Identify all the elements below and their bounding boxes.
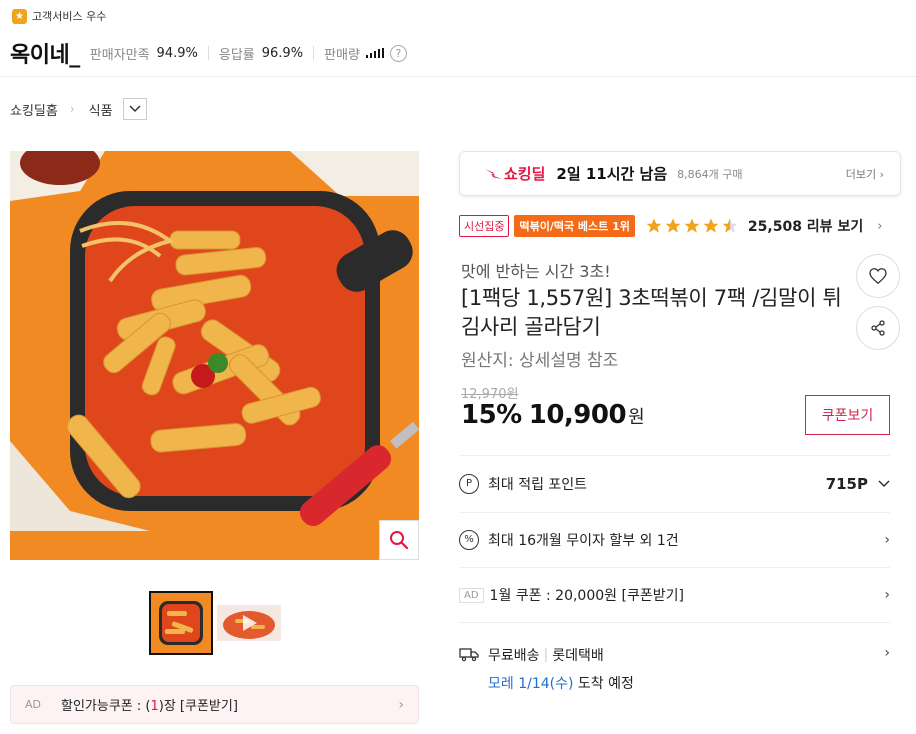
chevron-right-icon: › bbox=[884, 532, 890, 548]
shipping-carrier: 롯데택배 bbox=[552, 648, 604, 664]
thumbnail-video-picture bbox=[217, 605, 281, 641]
available-coupon-bar[interactable]: AD 할인가능쿠폰 : (1)장 [쿠폰받기] › bbox=[10, 685, 419, 724]
response-label: 응답률 bbox=[218, 47, 255, 63]
thumbnail-image-1[interactable] bbox=[149, 591, 213, 655]
zoom-button[interactable] bbox=[379, 520, 419, 560]
percent-icon: % bbox=[459, 530, 479, 550]
truck-icon bbox=[459, 648, 479, 662]
available-coupon-text: 할인가능쿠폰 : (1)장 [쿠폰받기] bbox=[61, 695, 238, 714]
deal-more-text: 더보기 bbox=[845, 167, 877, 181]
installment-label: 최대 16개월 무이자 할부 외 1건 bbox=[488, 533, 679, 549]
delivery-date: 모레 1/14(수) bbox=[488, 676, 574, 692]
breadcrumb-category[interactable]: 식품 bbox=[89, 100, 113, 119]
star-icon bbox=[646, 218, 662, 233]
point-value: 715P bbox=[825, 475, 868, 493]
product-image[interactable] bbox=[10, 151, 419, 560]
tteokbokki-illustration bbox=[10, 151, 419, 560]
seller-info: 옥이네_ 판매자만족 94.9% 응답률 96.9% 판매량 ? bbox=[10, 37, 417, 69]
price-row: 15% 10,900 원 bbox=[461, 400, 645, 430]
chevron-right-icon: › bbox=[398, 696, 404, 713]
coupon-view-button[interactable]: 쿠폰보기 bbox=[805, 395, 890, 435]
point-right: 715P bbox=[826, 475, 890, 493]
coupon-text-prefix: 할인가능쿠폰 : ( bbox=[61, 699, 151, 714]
shocking-deal-logo: 쇼킹딜 bbox=[484, 163, 545, 184]
chevron-down-icon bbox=[878, 480, 890, 488]
sales-signal-icon bbox=[365, 48, 384, 58]
deal-more-link[interactable]: 더보기 › bbox=[846, 166, 884, 182]
deal-remaining-time: 2일 11시간 남음 bbox=[556, 165, 668, 183]
chevron-right-icon: › bbox=[877, 218, 883, 234]
shocking-deal-box[interactable]: 쇼킹딜 2일 11시간 남음 8,864개 구매 더보기 › bbox=[459, 151, 901, 196]
star-badge-icon: ★ bbox=[12, 8, 27, 24]
share-button[interactable] bbox=[856, 306, 900, 350]
sale-price: 10,900 bbox=[528, 400, 627, 430]
half-star-icon bbox=[722, 218, 738, 233]
delivery-suffix: 도착 예정 bbox=[577, 676, 634, 692]
rating-stars bbox=[645, 217, 740, 235]
help-icon[interactable]: ? bbox=[389, 44, 407, 62]
chevron-right-icon: › bbox=[884, 645, 890, 661]
shipping-info: 무료배송 | 롯데택배 모레 1/14(수) 도착 예정 bbox=[488, 645, 634, 693]
category-dropdown[interactable] bbox=[122, 98, 147, 120]
header-divider bbox=[0, 76, 916, 77]
installment-row[interactable]: % 최대 16개월 무이자 할부 외 1건 › bbox=[459, 512, 890, 567]
seller-sales: 판매량 ? bbox=[313, 44, 417, 63]
satisfaction-label: 판매자만족 bbox=[89, 47, 150, 63]
response-value: 96.9% bbox=[261, 45, 304, 61]
seller-badge: ★ 고객서비스 우수 bbox=[12, 8, 106, 24]
chevron-down-icon bbox=[129, 105, 141, 113]
chevron-right-icon: › bbox=[884, 587, 890, 603]
star-icon bbox=[665, 218, 681, 233]
search-icon bbox=[390, 531, 409, 550]
wishlist-button[interactable] bbox=[856, 254, 900, 298]
best-tag: 떡볶이/떡국 베스트 1위 bbox=[514, 215, 635, 237]
product-subtitle: 맛에 반하는 시간 3초! bbox=[461, 262, 611, 281]
coupon-count: 1 bbox=[150, 699, 159, 714]
shipping-line: 무료배송 | 롯데택배 bbox=[488, 645, 634, 665]
seller-name[interactable]: 옥이네_ bbox=[10, 37, 80, 69]
monthly-coupon-label: 1월 쿠폰 : 20,000원 [쿠폰받기] bbox=[489, 588, 684, 604]
delivery-estimate: 모레 1/14(수) 도착 예정 bbox=[488, 673, 634, 693]
coupon-text-suffix: )장 [쿠폰받기] bbox=[158, 699, 238, 714]
separator: | bbox=[543, 647, 549, 663]
point-icon: P bbox=[459, 474, 479, 494]
point-row[interactable]: P 최대 적립 포인트 715P bbox=[459, 455, 890, 512]
product-origin: 원산지: 상세설명 참조 bbox=[461, 351, 619, 371]
star-icon bbox=[684, 218, 700, 233]
chevron-right-icon: › bbox=[69, 102, 75, 116]
heart-icon bbox=[869, 268, 887, 284]
star-icon bbox=[703, 218, 719, 233]
point-label: 최대 적립 포인트 bbox=[488, 477, 588, 493]
thumbnail-video[interactable] bbox=[217, 605, 281, 641]
seller-badge-text: 고객서비스 우수 bbox=[32, 10, 107, 23]
shipping-free: 무료배송 bbox=[488, 648, 540, 664]
focus-tag: 시선집중 bbox=[459, 215, 510, 237]
monthly-coupon-row[interactable]: AD 1월 쿠폰 : 20,000원 [쿠폰받기] › bbox=[459, 567, 890, 622]
satisfaction-value: 94.9% bbox=[156, 45, 198, 61]
seller-satisfaction: 판매자만족 94.9% bbox=[89, 45, 208, 63]
shipping-row[interactable]: 무료배송 | 롯데택배 모레 1/14(수) 도착 예정 › bbox=[459, 622, 890, 702]
breadcrumb-home[interactable]: 쇼킹딜홈 bbox=[10, 100, 58, 119]
share-icon bbox=[871, 320, 885, 336]
discount-rate: 15% bbox=[461, 400, 522, 430]
ad-label: AD bbox=[459, 587, 484, 603]
sales-label: 판매량 bbox=[324, 47, 360, 63]
deal-purchase-count: 8,864개 구매 bbox=[677, 167, 743, 181]
breadcrumb: 쇼킹딜홈 › 식품 bbox=[10, 98, 147, 120]
thumbnail-1-picture bbox=[151, 593, 211, 653]
ad-label: AD bbox=[25, 698, 41, 711]
currency-unit: 원 bbox=[628, 407, 645, 428]
product-title: [1팩당 1,557원] 3초떡볶이 7팩 /김말이 튀김사리 골라담기 bbox=[461, 286, 842, 339]
deal-logo-text: 쇼킹딜 bbox=[504, 165, 546, 183]
seller-response: 응답률 96.9% bbox=[207, 45, 313, 63]
review-link[interactable]: 25,508 리뷰 보기 bbox=[748, 216, 863, 236]
tag-rating-row: 시선집중 떡볶이/떡국 베스트 1위 25,508 리뷰 보기 › bbox=[459, 215, 882, 237]
lightning-icon bbox=[485, 168, 502, 179]
